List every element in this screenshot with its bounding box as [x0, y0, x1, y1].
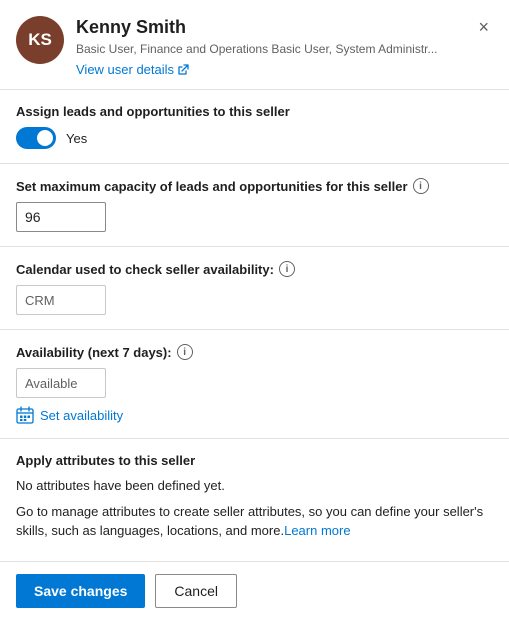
availability-section: Availability (next 7 days): i Available — [0, 330, 509, 439]
calendar-info-icon[interactable]: i — [279, 261, 295, 277]
calendar-input[interactable]: CRM — [16, 285, 106, 315]
view-user-link[interactable]: View user details — [76, 62, 189, 77]
attributes-description: Go to manage attributes to create seller… — [16, 502, 493, 541]
assign-leads-toggle[interactable] — [16, 127, 56, 149]
avatar: KS — [16, 16, 64, 64]
calendar-icon — [16, 406, 34, 424]
max-capacity-section: Set maximum capacity of leads and opport… — [0, 164, 509, 247]
panel-content: Assign leads and opportunities to this s… — [0, 90, 509, 561]
max-capacity-input[interactable] — [16, 202, 106, 232]
max-capacity-label: Set maximum capacity of leads and opport… — [16, 178, 493, 194]
panel-footer: Save changes Cancel — [0, 561, 509, 620]
assign-leads-label: Assign leads and opportunities to this s… — [16, 104, 493, 119]
toggle-row: Yes — [16, 127, 493, 149]
cancel-button[interactable]: Cancel — [155, 574, 237, 608]
user-name: Kenny Smith — [76, 16, 462, 39]
learn-more-link[interactable]: Learn more — [284, 523, 350, 538]
user-roles: Basic User, Finance and Operations Basic… — [76, 41, 462, 58]
view-user-label: View user details — [76, 62, 174, 77]
no-attributes-text: No attributes have been defined yet. — [16, 476, 493, 496]
toggle-knob — [37, 130, 53, 146]
attributes-label: Apply attributes to this seller — [16, 453, 493, 468]
header-info: Kenny Smith Basic User, Finance and Oper… — [76, 16, 462, 77]
calendar-label: Calendar used to check seller availabili… — [16, 261, 493, 277]
assign-leads-section: Assign leads and opportunities to this s… — [0, 90, 509, 164]
availability-label: Availability (next 7 days): i — [16, 344, 493, 360]
attributes-section: Apply attributes to this seller No attri… — [0, 439, 509, 561]
external-link-icon — [177, 64, 189, 76]
set-availability-row[interactable]: Set availability — [16, 406, 493, 424]
set-availability-label: Set availability — [40, 408, 123, 423]
availability-info-icon[interactable]: i — [177, 344, 193, 360]
panel-header: KS Kenny Smith Basic User, Finance and O… — [0, 0, 509, 90]
calendar-section: Calendar used to check seller availabili… — [0, 247, 509, 330]
save-changes-button[interactable]: Save changes — [16, 574, 145, 608]
close-button[interactable]: × — [474, 16, 493, 38]
seller-panel: KS Kenny Smith Basic User, Finance and O… — [0, 0, 509, 620]
toggle-yes-label: Yes — [66, 131, 87, 146]
attributes-body: No attributes have been defined yet. Go … — [16, 476, 493, 541]
availability-input[interactable]: Available — [16, 368, 106, 398]
max-capacity-info-icon[interactable]: i — [413, 178, 429, 194]
